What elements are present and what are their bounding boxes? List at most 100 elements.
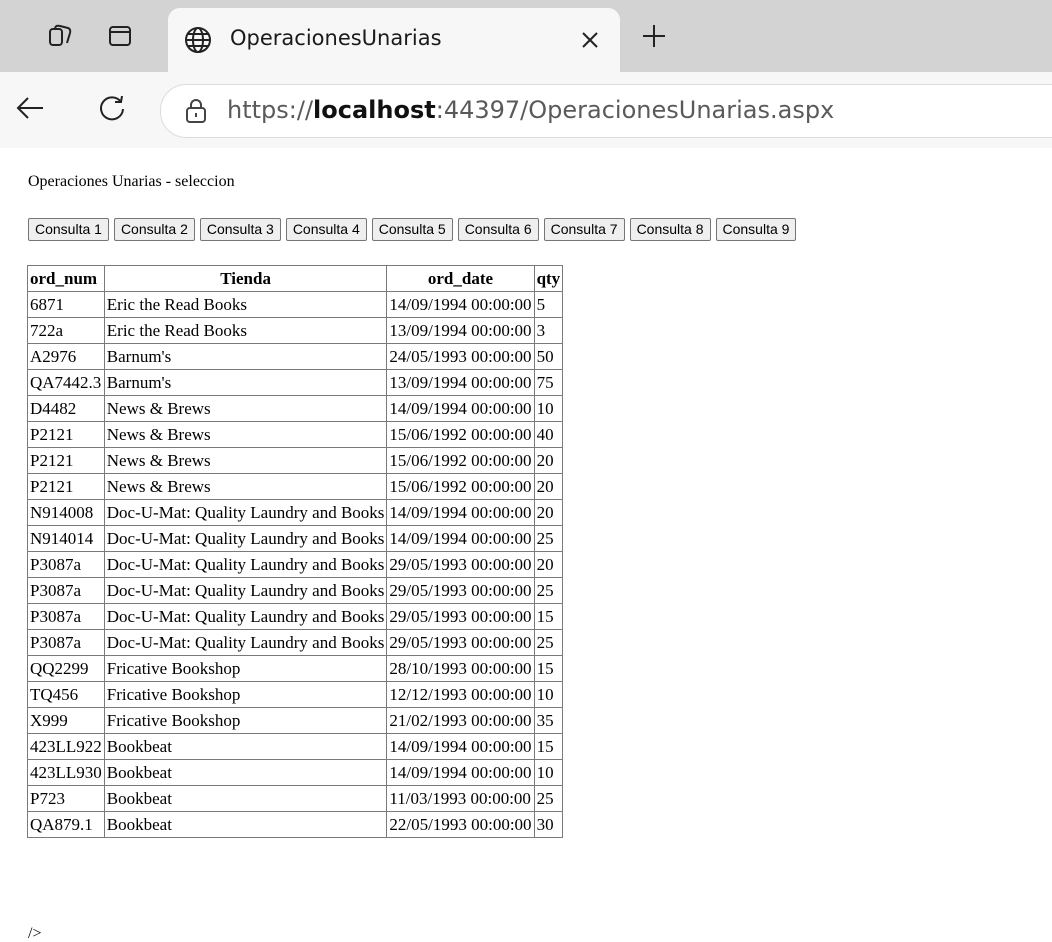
consulta-8-button[interactable]: Consulta 8 <box>629 218 711 241</box>
page-title: Operaciones Unarias - seleccion <box>28 173 235 190</box>
consulta-7-button[interactable]: Consulta 7 <box>543 218 625 241</box>
ord-num-cell: N914008 <box>27 499 105 526</box>
ord-num-cell: 423LL930 <box>27 759 105 786</box>
ord-date-cell: 29/05/1993 00:00:00 <box>386 629 535 656</box>
qty-cell: 25 <box>533 577 564 604</box>
tienda-cell: News & Brews <box>103 421 388 448</box>
tienda-cell: News & Brews <box>103 395 388 422</box>
tab-title: OperacionesUnarias <box>230 26 442 50</box>
ord-date-cell: 14/09/1994 00:00:00 <box>386 759 535 786</box>
qty-cell: 5 <box>533 291 564 318</box>
qty-cell: 15 <box>533 655 564 682</box>
new-tab-icon[interactable] <box>636 18 672 54</box>
back-arrow-icon[interactable] <box>8 86 52 130</box>
ord-num-cell: P3087a <box>27 603 105 630</box>
ord-date-cell: 13/09/1994 00:00:00 <box>386 317 535 344</box>
table-header-row: ord_num Tienda ord_date qty <box>27 265 564 292</box>
url-text[interactable]: https://localhost:44397/OperacionesUnari… <box>227 96 834 124</box>
ord-date-cell: 29/05/1993 00:00:00 <box>386 577 535 604</box>
tienda-cell: Bookbeat <box>103 733 388 760</box>
ord-num-cell: 6871 <box>27 291 105 318</box>
vertical-tabs-icon[interactable] <box>100 16 140 56</box>
table-row: P2121 News & Brews 15/06/1992 00:00:00 20 <box>27 447 564 474</box>
table-row: N914014 Doc-U-Mat: Quality Laundry and Bo… <box>27 525 564 552</box>
ord-date-cell: 11/03/1993 00:00:00 <box>386 785 535 812</box>
url-path: :44397/OperacionesUnarias.aspx <box>435 96 835 124</box>
ord-num-cell: A2976 <box>27 343 105 370</box>
qty-cell: 20 <box>533 447 564 474</box>
consulta-3-button[interactable]: Consulta 3 <box>199 218 281 241</box>
ord-num-cell: P2121 <box>27 447 105 474</box>
table-row: N914008 Doc-U-Mat: Quality Laundry and Bo… <box>27 499 564 526</box>
table-body: 6871 Eric the Read Books 14/09/1994 00:00:… <box>27 291 564 838</box>
qty-cell: 75 <box>533 369 564 396</box>
qty-cell: 20 <box>533 551 564 578</box>
globe-icon <box>182 24 214 56</box>
table-row: 6871 Eric the Read Books 14/09/1994 00:00:… <box>27 291 564 318</box>
lock-icon[interactable] <box>183 97 209 125</box>
qty-cell: 50 <box>533 343 564 370</box>
tab-strip: OperacionesUnarias <box>0 0 1052 72</box>
qty-cell: 10 <box>533 681 564 708</box>
ord-date-cell: 15/06/1992 00:00:00 <box>386 447 535 474</box>
table-row: P3087a Doc-U-Mat: Quality Laundry and Boo… <box>27 551 564 578</box>
ord-date-cell: 13/09/1994 00:00:00 <box>386 369 535 396</box>
tienda-cell: Doc-U-Mat: Quality Laundry and Books <box>103 499 388 526</box>
ord-num-cell: QA7442.3 <box>27 369 105 396</box>
table-row: D4482 News & Brews 14/09/1994 00:00:00 10 <box>27 395 564 422</box>
qty-cell: 20 <box>533 499 564 526</box>
table-row: X999 Fricative Bookshop 21/02/1993 00:00:0… <box>27 707 564 734</box>
browser-toolbar: https://localhost:44397/OperacionesUnari… <box>0 72 1052 148</box>
table-row: TQ456 Fricative Bookshop 12/12/1993 00:00:… <box>27 681 564 708</box>
qty-cell: 35 <box>533 707 564 734</box>
active-tab[interactable]: OperacionesUnarias <box>168 8 620 72</box>
url-host: localhost <box>313 96 436 124</box>
close-tab-icon[interactable] <box>576 26 604 54</box>
table-row: 722a Eric the Read Books 13/09/1994 00:00:… <box>27 317 564 344</box>
tienda-cell: News & Brews <box>103 447 388 474</box>
ord-num-cell: X999 <box>27 707 105 734</box>
ord-num-cell: P3087a <box>27 551 105 578</box>
tienda-cell: Bookbeat <box>103 785 388 812</box>
workspaces-icon[interactable] <box>40 16 80 56</box>
tienda-cell: Bookbeat <box>103 811 388 838</box>
table-row: 423LL930 Bookbeat 14/09/1994 00:00:00 10 <box>27 759 564 786</box>
ord-date-cell: 14/09/1994 00:00:00 <box>386 395 535 422</box>
consulta-5-button[interactable]: Consulta 5 <box>371 218 453 241</box>
consulta-2-button[interactable]: Consulta 2 <box>113 218 195 241</box>
consulta-9-button[interactable]: Consulta 9 <box>715 218 797 241</box>
address-bar[interactable]: https://localhost:44397/OperacionesUnari… <box>160 84 1052 138</box>
tienda-cell: Doc-U-Mat: Quality Laundry and Books <box>103 525 388 552</box>
refresh-icon[interactable] <box>90 86 134 130</box>
column-header-ord-num: ord_num <box>27 265 105 292</box>
ord-date-cell: 21/02/1993 00:00:00 <box>386 707 535 734</box>
table-row: P3087a Doc-U-Mat: Quality Laundry and Boo… <box>27 577 564 604</box>
query-button-row: Consulta 1 Consulta 2 Consulta 3 Consulta 4… <box>28 218 801 241</box>
qty-cell: 10 <box>533 759 564 786</box>
ord-num-cell: P3087a <box>27 629 105 656</box>
consulta-4-button[interactable]: Consulta 4 <box>285 218 367 241</box>
qty-cell: 25 <box>533 785 564 812</box>
ord-date-cell: 15/06/1992 00:00:00 <box>386 473 535 500</box>
ord-date-cell: 14/09/1994 00:00:00 <box>386 291 535 318</box>
table-row: P2121 News & Brews 15/06/1992 00:00:00 20 <box>27 473 564 500</box>
tienda-cell: Barnum's <box>103 343 388 370</box>
qty-cell: 10 <box>533 395 564 422</box>
ord-date-cell: 22/05/1993 00:00:00 <box>386 811 535 838</box>
consulta-1-button[interactable]: Consulta 1 <box>28 218 109 241</box>
tienda-cell: Doc-U-Mat: Quality Laundry and Books <box>103 551 388 578</box>
qty-cell: 30 <box>533 811 564 838</box>
ord-num-cell: P723 <box>27 785 105 812</box>
consulta-6-button[interactable]: Consulta 6 <box>457 218 539 241</box>
ord-num-cell: 722a <box>27 317 105 344</box>
ord-date-cell: 14/09/1994 00:00:00 <box>386 499 535 526</box>
column-header-qty: qty <box>533 265 564 292</box>
ord-num-cell: P2121 <box>27 421 105 448</box>
table-row: P3087a Doc-U-Mat: Quality Laundry and Boo… <box>27 629 564 656</box>
table-row: QQ2299 Fricative Bookshop 28/10/1993 00:00… <box>27 655 564 682</box>
ord-date-cell: 28/10/1993 00:00:00 <box>386 655 535 682</box>
ord-date-cell: 15/06/1992 00:00:00 <box>386 421 535 448</box>
table-row: P2121 News & Brews 15/06/1992 00:00:00 40 <box>27 421 564 448</box>
table-row: QA879.1 Bookbeat 22/05/1993 00:00:00 30 <box>27 811 564 838</box>
table-row: 423LL922 Bookbeat 14/09/1994 00:00:00 15 <box>27 733 564 760</box>
